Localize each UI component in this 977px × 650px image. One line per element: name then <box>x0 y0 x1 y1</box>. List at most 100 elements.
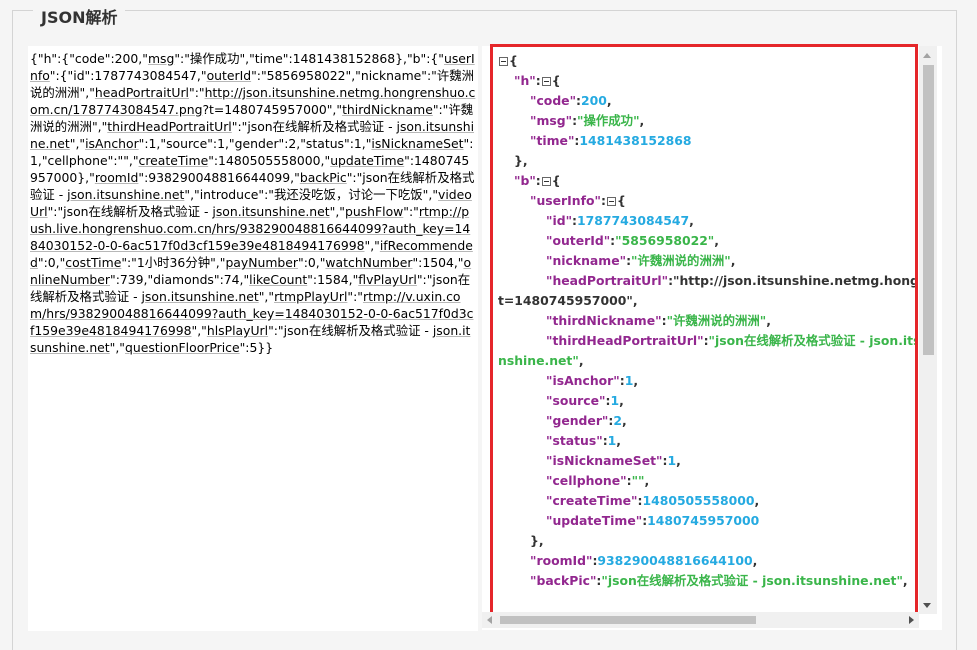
collapse-toggle-icon[interactable] <box>606 197 616 206</box>
underlined-token: thirdNickname <box>342 102 433 117</box>
underlined-token: userInfo <box>30 51 475 83</box>
underlined-token: rtmpPlayUrl <box>274 289 348 304</box>
json-tree-line: "isAnchor":1, <box>498 371 915 391</box>
brace: { <box>509 53 518 68</box>
comma: , <box>644 473 650 488</box>
comma: , <box>754 493 760 508</box>
comma: , <box>752 553 758 568</box>
json-key: "source" <box>546 393 606 408</box>
collapse-toggle-icon[interactable] <box>499 57 508 66</box>
scroll-up-arrow-icon[interactable] <box>923 53 931 58</box>
json-key: "time" <box>530 133 575 148</box>
json-string-value: t=1480745957000" <box>498 293 633 308</box>
underlined-token: json.itsunshine.net <box>67 187 185 202</box>
json-key: "headPortraitUrl" <box>546 273 669 288</box>
formatted-json-tree[interactable]: {"h":{"code":200, "msg":"操作成功", "time":148… <box>490 44 918 616</box>
json-number-value: 1 <box>607 433 617 448</box>
colon: : <box>600 193 606 208</box>
underlined-token: pushFlow <box>344 204 404 219</box>
json-key: "status" <box>546 433 603 448</box>
json-tree-line: "thirdHeadPortraitUrl":"json在线解析及格式验证 - … <box>498 331 915 371</box>
json-string-value: "许魏洲说的洲洲" <box>631 253 731 268</box>
raw-json-input[interactable]: {"h":{"code":200,"msg":"操作成功","time":148… <box>28 46 478 631</box>
underlined-token: roomId <box>94 170 139 185</box>
underlined-token: outerId <box>206 68 252 83</box>
json-key: "h" <box>514 73 536 88</box>
json-key: "nickname" <box>546 253 627 268</box>
json-string-value: "操作成功" <box>577 113 640 128</box>
raw-json-text[interactable]: {"h":{"code":200,"msg":"操作成功","time":148… <box>30 50 476 356</box>
json-tree-line: "headPortraitUrl":"http://json.itsunshin… <box>498 271 915 291</box>
comma: , <box>676 453 681 468</box>
comma: , <box>714 233 719 248</box>
json-tree-line: "gender":2, <box>498 411 915 431</box>
underlined-token: costTime <box>65 255 122 270</box>
json-tree-line: "code":200, <box>498 91 915 111</box>
json-tree-line: "createTime":1480505558000, <box>498 491 915 511</box>
json-string-value: "json在线解析及格式验证 - json.itsunshine.net" <box>601 573 903 588</box>
json-number-value: 2 <box>613 413 622 428</box>
open-brace: { <box>551 73 561 88</box>
collapse-toggle-icon[interactable] <box>541 77 551 86</box>
json-key: "id" <box>546 213 573 228</box>
underlined-token: questionFloorPrice <box>125 340 240 355</box>
json-number-value: 1 <box>610 393 620 408</box>
json-key: "code" <box>530 93 577 108</box>
horizontal-scrollbar[interactable] <box>482 612 919 628</box>
json-tree-line: "thirdNickname":"许魏洲说的洲洲", <box>498 311 915 331</box>
open-brace: { <box>551 173 561 188</box>
json-key: "cellphone" <box>546 473 627 488</box>
json-key: "isAnchor" <box>546 373 620 388</box>
json-key: "backPic" <box>530 573 597 588</box>
json-tree-line: "id":1787743084547, <box>498 211 915 231</box>
brace: }, <box>514 153 528 168</box>
json-tree-line: t=1480745957000", <box>498 291 915 311</box>
json-tree-line: "outerId":"5856958022", <box>498 231 915 251</box>
colon: : <box>535 173 541 188</box>
json-tree-line: "isNicknameSet":1, <box>498 451 915 471</box>
underlined-token: likeCount <box>249 272 308 287</box>
json-tree-line: }, <box>498 531 915 551</box>
page-title: JSON解析 <box>33 8 126 28</box>
json-key: "b" <box>514 173 536 188</box>
json-key: "roomId" <box>530 553 593 568</box>
collapse-toggle-icon[interactable] <box>541 177 551 186</box>
comma: , <box>632 293 638 308</box>
comma: , <box>766 313 771 328</box>
comma: , <box>616 433 622 448</box>
horizontal-scroll-thumb[interactable] <box>500 616 756 624</box>
json-string-value: "http://json.itsunshine.netmg.hongrenshu… <box>673 273 915 288</box>
json-tree-line: "userInfo": { <box>498 191 915 211</box>
underlined-token: flvPlayUrl <box>358 272 417 287</box>
json-tree-line: "status":1, <box>498 431 915 451</box>
vertical-scrollbar[interactable] <box>919 46 937 614</box>
json-tree-line: "msg":"操作成功", <box>498 111 915 131</box>
json-tree-line: "h": { <box>498 71 915 91</box>
json-tree-line: "b": { <box>498 171 915 191</box>
json-number-value: 1481438152868 <box>579 133 692 148</box>
json-string-value: "" <box>631 473 645 488</box>
json-number-value: 1787743084547 <box>577 213 690 228</box>
comma: , <box>619 393 624 408</box>
comma: , <box>902 573 908 588</box>
json-number-value: 1480745957000 <box>647 513 760 528</box>
underlined-token: json.itsunshine.net <box>212 204 330 219</box>
json-key: "thirdNickname" <box>546 313 662 328</box>
scroll-right-arrow-icon[interactable] <box>909 616 914 624</box>
vertical-scroll-thumb[interactable] <box>923 65 934 355</box>
comma: , <box>639 113 645 128</box>
open-brace: { <box>616 193 626 208</box>
json-key: "isNicknameSet" <box>546 453 663 468</box>
underlined-token: createTime <box>138 153 209 168</box>
comma: , <box>730 253 736 268</box>
json-key: "userInfo" <box>530 193 601 208</box>
json-tree-line: { <box>498 51 915 71</box>
json-tree-line: "updateTime":1480745957000 <box>498 511 915 531</box>
comma: , <box>606 93 612 108</box>
scroll-left-arrow-icon[interactable] <box>487 616 492 624</box>
underlined-token: json.itsunshine.net <box>141 289 259 304</box>
scroll-down-arrow-icon[interactable] <box>923 603 931 608</box>
underlined-token: hlsPlayUrl <box>206 323 269 338</box>
json-tree-line: "source":1, <box>498 391 915 411</box>
formatted-json-panel: {"h":{"code":200, "msg":"操作成功", "time":148… <box>482 44 942 630</box>
